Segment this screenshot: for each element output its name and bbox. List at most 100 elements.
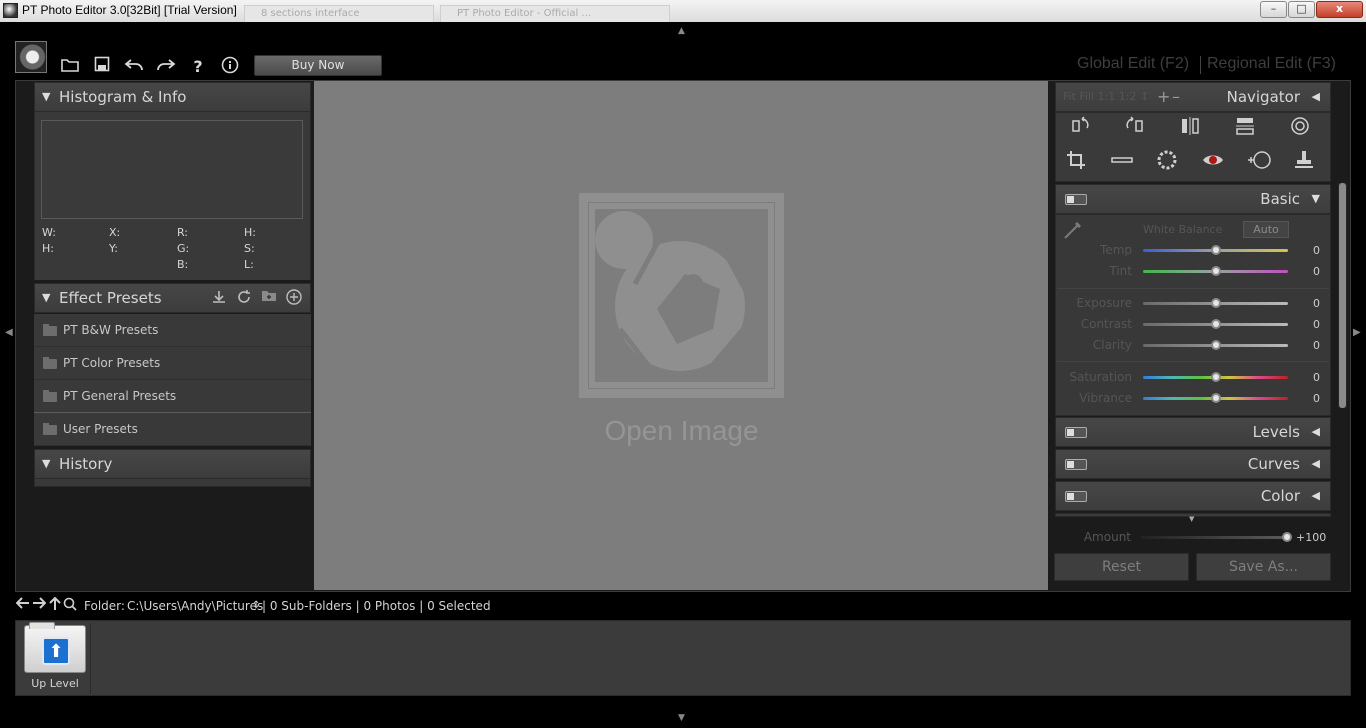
auto-white-balance-button[interactable]: Auto (1243, 221, 1289, 238)
buy-now-button[interactable]: Buy Now (254, 55, 382, 76)
undo-icon[interactable] (123, 56, 145, 78)
search-icon[interactable] (62, 597, 78, 613)
tint-slider-knob[interactable] (1210, 266, 1221, 276)
info-label-s: S: (244, 242, 255, 255)
crop-icon[interactable] (1063, 149, 1089, 175)
amount-slider-knob[interactable] (1282, 532, 1292, 542)
refresh-presets-icon[interactable] (235, 289, 253, 307)
collapse-triangle-icon: ◀ (1311, 457, 1320, 470)
info-label-r: R: (177, 226, 189, 239)
color-toggle-switch[interactable] (1065, 491, 1087, 502)
history-panel-header[interactable]: ▼ History (34, 449, 311, 479)
expand-triangle-icon: ▼ (42, 457, 51, 470)
save-as-button[interactable]: Save As... (1196, 553, 1331, 581)
red-eye-icon[interactable] (1200, 149, 1226, 175)
forward-arrow-icon[interactable] (31, 597, 47, 613)
collapse-bottom-arrow-icon[interactable]: ▼ (678, 713, 685, 723)
up-level-folder-icon[interactable]: ⬆ (24, 622, 86, 673)
color-panel-header[interactable]: Color ◀ (1055, 481, 1331, 511)
expand-triangle-icon: ▼ (42, 90, 51, 103)
regional-edit-tab[interactable]: Regional Edit (F3) (1207, 55, 1336, 73)
flip-horizontal-icon[interactable] (1177, 115, 1203, 141)
temp-value: 0 (1313, 244, 1320, 257)
saturation-value: 0 (1313, 371, 1320, 384)
collapse-triangle-icon: ◀ (1311, 489, 1320, 502)
folder-stats: | 0 Sub-Folders | 0 Photos | 0 Selected (262, 599, 491, 613)
open-image-label[interactable]: Open Image (579, 415, 784, 447)
slider-group-divider (1057, 288, 1329, 289)
straighten-icon[interactable] (1109, 149, 1135, 175)
close-button[interactable]: x (1316, 1, 1363, 18)
open-folder-icon[interactable] (59, 56, 81, 78)
navigator-panel-title: Navigator (1226, 88, 1300, 106)
global-edit-tab[interactable]: Global Edit (F2) (1077, 55, 1189, 73)
effect-presets-title: Effect Presets (59, 289, 162, 307)
clone-stamp-icon[interactable] (1291, 149, 1317, 175)
eyedropper-icon[interactable] (1062, 219, 1084, 241)
up-arrow-icon[interactable] (47, 596, 63, 613)
slider-group-divider (1057, 361, 1329, 362)
save-icon[interactable] (91, 56, 113, 78)
app-icon[interactable] (3, 3, 18, 18)
collapse-right-arrow-icon[interactable]: ▶ (1353, 327, 1361, 338)
preset-folder-label: PT Color Presets (63, 356, 161, 370)
zoom-out-icon[interactable]: – (1172, 83, 1180, 111)
amount-slider-track[interactable] (1141, 536, 1286, 539)
navigator-panel-header[interactable]: Fit Fill 1:1 1:2 ↕ + – Navigator ◀ (1055, 82, 1331, 112)
levels-panel-header[interactable]: Levels ◀ (1055, 417, 1331, 447)
spiral-effect-icon[interactable] (1287, 115, 1313, 141)
info-label-l: L: (244, 258, 254, 271)
saturation-slider-knob[interactable] (1210, 372, 1221, 382)
scroll-more-arrow-icon[interactable]: ▼ (1189, 515, 1194, 523)
collapse-top-arrow-icon[interactable]: ▲ (678, 26, 685, 36)
saturation-label: Saturation (1069, 370, 1132, 384)
folder-path[interactable]: C:\Users\Andy\Pictures (127, 594, 263, 618)
back-arrow-icon[interactable] (15, 597, 31, 613)
exposure-slider-knob[interactable] (1210, 298, 1221, 308)
info-label-h: H: (42, 242, 54, 255)
zoom-options[interactable]: Fit Fill 1:1 1:2 ↕ (1063, 83, 1149, 111)
import-preset-icon[interactable] (210, 289, 228, 307)
vibrance-value: 0 (1313, 392, 1320, 405)
redo-icon[interactable] (155, 56, 177, 78)
aperture-placeholder-icon[interactable] (595, 209, 768, 382)
contrast-slider-knob[interactable] (1210, 319, 1221, 329)
basic-toggle-switch[interactable] (1065, 194, 1087, 205)
curves-panel-header[interactable]: Curves ◀ (1055, 449, 1331, 479)
curves-toggle-switch[interactable] (1065, 459, 1087, 470)
preset-folder-color[interactable]: PT Color Presets (34, 347, 311, 380)
new-folder-icon[interactable] (260, 289, 278, 307)
info-label-g: G: (177, 242, 190, 255)
folder-path-selector-icon[interactable]: ↕ (252, 594, 260, 618)
basic-panel-header[interactable]: Basic ▼ (1055, 184, 1331, 214)
vibrance-slider-knob[interactable] (1210, 393, 1221, 403)
rotate-right-icon[interactable] (1122, 115, 1148, 141)
up-arrow-icon: ⬆ (42, 637, 70, 665)
contrast-label: Contrast (1080, 317, 1132, 331)
vignette-icon[interactable] (1154, 149, 1180, 175)
preset-folder-bw[interactable]: PT B&W Presets (34, 314, 311, 347)
spot-healing-icon[interactable] (1246, 149, 1272, 175)
flip-vertical-icon[interactable] (1232, 115, 1258, 141)
histogram-panel-header[interactable]: ▼ Histogram & Info (34, 82, 311, 112)
preset-folder-label: PT General Presets (63, 389, 177, 403)
collapse-left-arrow-icon[interactable]: ◀ (5, 327, 13, 338)
clarity-slider-knob[interactable] (1210, 340, 1221, 350)
temp-slider-knob[interactable] (1210, 245, 1221, 255)
preset-folder-label: User Presets (63, 422, 138, 436)
preset-folder-general[interactable]: PT General Presets (34, 380, 311, 413)
info-icon[interactable] (219, 56, 241, 78)
help-icon[interactable]: ? (187, 56, 209, 78)
app-logo[interactable] (15, 41, 47, 73)
add-preset-icon[interactable] (285, 289, 303, 307)
preset-folder-label: PT B&W Presets (63, 323, 159, 337)
zoom-in-icon[interactable]: + (1157, 83, 1170, 111)
maximize-button[interactable]: □ (1288, 1, 1315, 18)
preset-folder-user[interactable]: User Presets (34, 413, 311, 446)
minimize-button[interactable]: – (1260, 1, 1287, 18)
rotate-left-icon[interactable] (1067, 115, 1093, 141)
right-panel-scrollbar-thumb[interactable] (1339, 183, 1346, 408)
reset-button[interactable]: Reset (1054, 553, 1189, 581)
up-level-label: Up Level (31, 677, 79, 690)
levels-toggle-switch[interactable] (1065, 427, 1087, 438)
